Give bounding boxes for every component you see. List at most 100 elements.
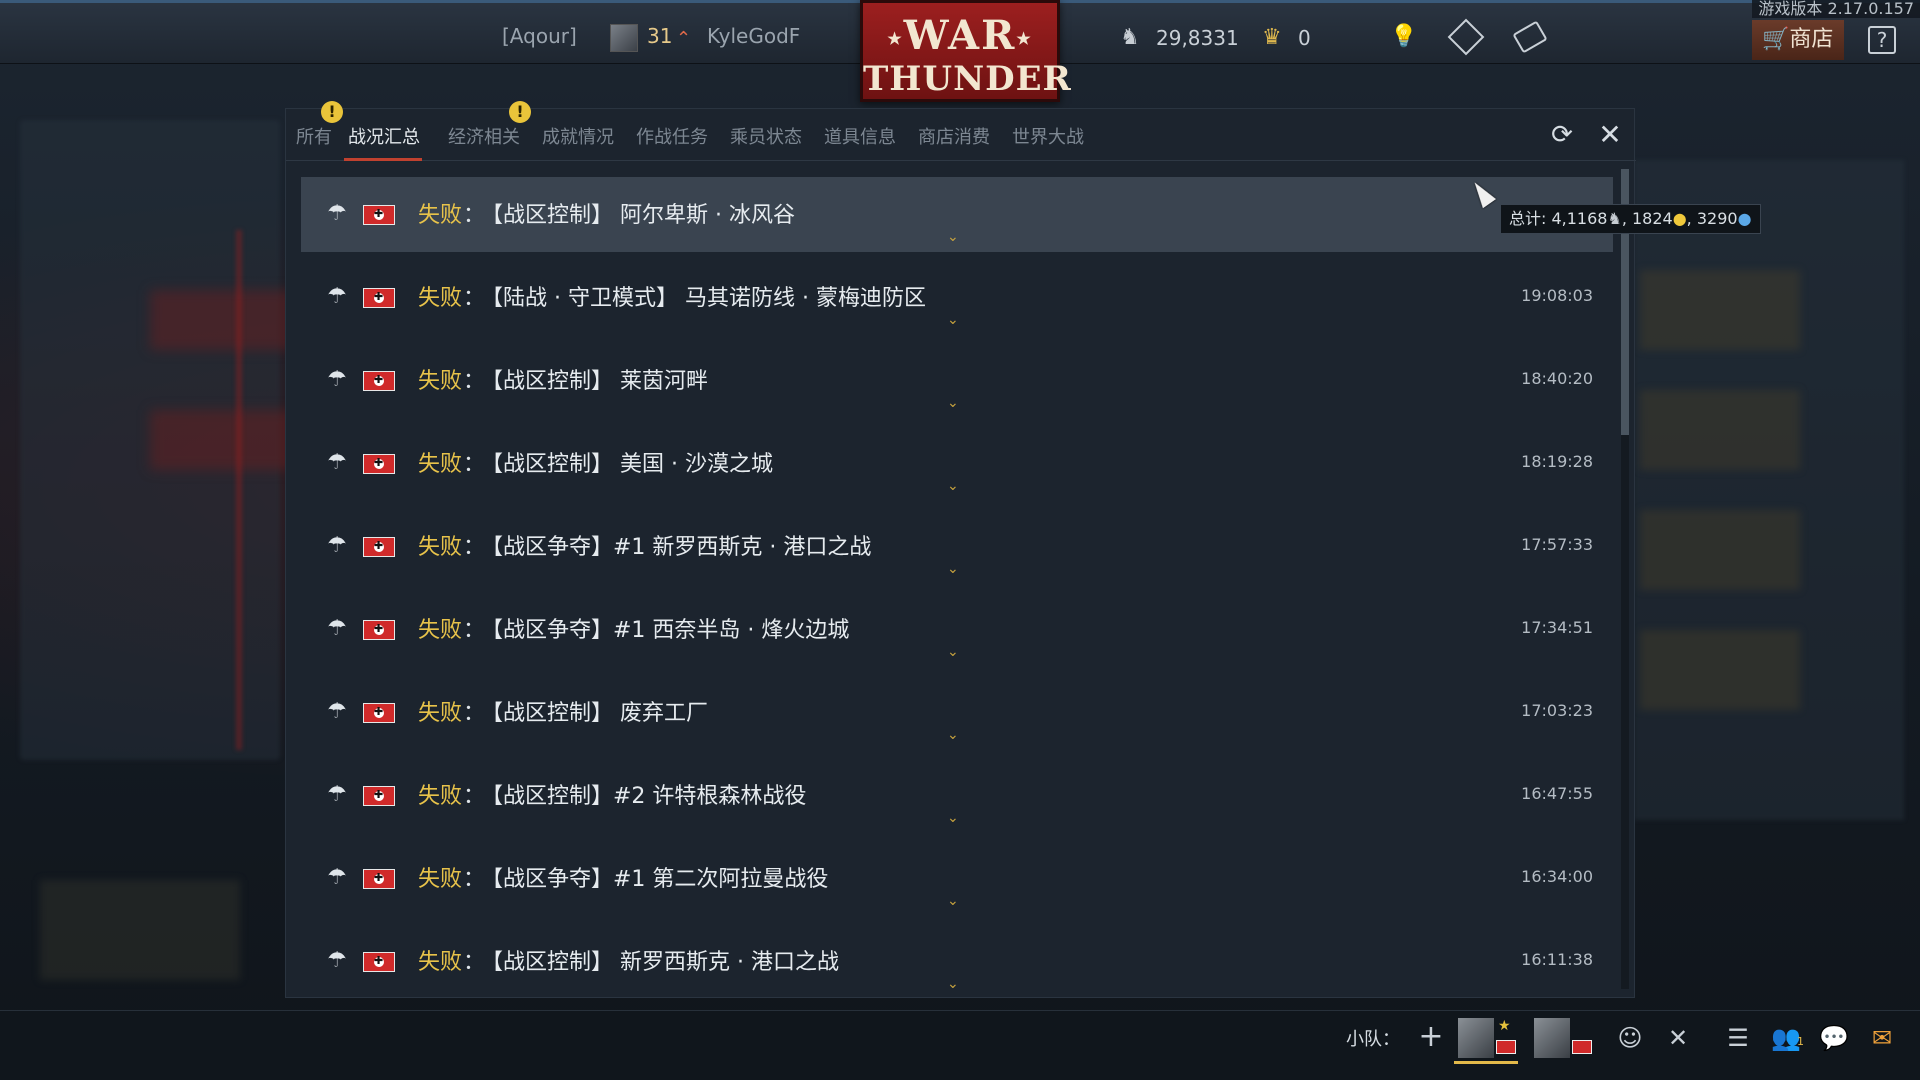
tab-bar: 所有 ! 战况汇总 经济相关 ! 成就情况 作战任务 乘员状态 道具信息 商店消…: [286, 101, 1636, 161]
background-decoration: [150, 290, 300, 350]
germany-flag-icon: [363, 620, 395, 640]
gold-balance: 0: [1298, 26, 1311, 50]
tab-battle-summary[interactable]: 战况汇总: [348, 123, 420, 149]
list-item[interactable]: ☂ 失败 ： 【战区控制】 美国 · 沙漠之城 18:19:28 ⌄: [301, 426, 1613, 501]
paratrooper-icon: ☂: [327, 284, 347, 309]
tab-world-war[interactable]: 世界大战: [1012, 123, 1084, 149]
logo-text: THUNDER: [863, 59, 1072, 99]
chat-icon[interactable]: 💬: [1818, 1022, 1850, 1054]
chevron-down-icon[interactable]: ⌄: [947, 312, 959, 328]
star-icon: ★: [1016, 29, 1033, 48]
list-item[interactable]: ☂ 失败 ： 【战区争夺】#1 西奈半岛 · 烽火边城 17:34:51 ⌄: [301, 592, 1613, 667]
list-item[interactable]: ☂ 失败 ： 【陆战 · 守卫模式】 马其诺防线 · 蒙梅迪防区 19:08:0…: [301, 260, 1613, 335]
list-item[interactable]: ☂ 失败 ： 【战区争夺】#1 第二次阿拉曼战役 16:34:00 ⌄: [301, 841, 1613, 916]
squad-member[interactable]: ★: [1454, 1012, 1518, 1064]
shop-button[interactable]: 🛒商店: [1752, 20, 1844, 60]
avatar[interactable]: [610, 24, 638, 52]
add-squad-member-button[interactable]: +: [1416, 1022, 1446, 1052]
battle-title: 【战区争夺】#1 西奈半岛 · 烽火边城: [481, 618, 850, 643]
tab-missions[interactable]: 作战任务: [636, 123, 708, 149]
battle-time: 19:08:03: [1521, 286, 1593, 305]
result-label: 失败: [418, 701, 463, 726]
tab-achievements[interactable]: 成就情况: [542, 123, 614, 149]
chevron-down-icon[interactable]: ⌄: [947, 810, 959, 826]
germany-flag-icon: [363, 952, 395, 972]
warning-icon: !: [321, 101, 343, 123]
germany-flag-icon: [363, 288, 395, 308]
battle-log-list: ☂ 失败 ： 【战区控制】 阿尔卑斯 · 冰风谷 ⌄ ☂ 失败 ： 【陆战 · …: [301, 177, 1613, 999]
clan-tag[interactable]: [Aqour]: [502, 24, 577, 48]
chevron-down-icon[interactable]: ⌄: [947, 561, 959, 577]
rank-icon: ⌃: [676, 28, 692, 49]
background-card: [1640, 510, 1800, 590]
player-nickname[interactable]: KyleGodF: [707, 24, 800, 48]
battle-title: 【战区控制】 阿尔卑斯 · 冰风谷: [481, 203, 795, 228]
result-label: 失败: [418, 286, 463, 311]
battle-title: 【战区控制】#2 许特根森林战役: [481, 784, 807, 809]
cart-icon: 🛒: [1762, 27, 1790, 52]
list-item[interactable]: ☂ 失败 ： 【战区争夺】#1 新罗西斯克 · 港口之战 17:57:33 ⌄: [301, 509, 1613, 584]
research-bulb-icon[interactable]: 💡: [1390, 24, 1417, 49]
chevron-down-icon[interactable]: ⌄: [947, 644, 959, 660]
silver-balance: 29,8331: [1156, 26, 1239, 50]
help-button[interactable]: ?: [1868, 26, 1896, 54]
tooltip-research: 1824: [1631, 209, 1673, 228]
paratrooper-icon: ☂: [327, 865, 347, 890]
tooltip-free-rp: 3290: [1696, 209, 1738, 228]
tooltip-label: 总计:: [1509, 209, 1552, 228]
logo-text: WAR: [903, 12, 1017, 59]
background-decoration: [236, 230, 242, 750]
voice-chat-icon[interactable]: ☺: [1614, 1022, 1646, 1054]
chevron-down-icon[interactable]: ⌄: [947, 976, 959, 992]
squad-label: 小队：: [1346, 1029, 1400, 1050]
background-right-panel: [1634, 160, 1904, 820]
list-item[interactable]: ☂ 失败 ： 【战区控制】 阿尔卑斯 · 冰风谷 ⌄: [301, 177, 1613, 252]
tab-shop-purchases[interactable]: 商店消费: [918, 123, 990, 149]
paratrooper-icon: ☂: [327, 450, 347, 475]
refresh-button[interactable]: ⟳: [1548, 121, 1576, 149]
list-item[interactable]: ☂ 失败 ： 【战区控制】#2 许特根森林战役 16:47:55 ⌄: [301, 758, 1613, 833]
battle-title: 【战区控制】 莱茵河畔: [481, 369, 708, 394]
result-label: 失败: [418, 867, 463, 892]
tab-all[interactable]: 所有: [296, 123, 332, 149]
chevron-down-icon[interactable]: ⌄: [947, 478, 959, 494]
tab-crew-status[interactable]: 乘员状态: [730, 123, 802, 149]
chevron-down-icon[interactable]: ⌄: [947, 395, 959, 411]
research-bulb-icon: ●: [1672, 209, 1687, 228]
result-label: 失败: [418, 618, 463, 643]
squad-member[interactable]: [1530, 1012, 1594, 1064]
tab-economy[interactable]: 经济相关: [448, 123, 520, 149]
totals-tooltip: 总计: 4,1168♞, 1824●, 3290●: [1500, 204, 1761, 234]
battle-title: 【战区控制】 美国 · 沙漠之城: [481, 452, 773, 477]
result-label: 失败: [418, 535, 463, 560]
background-decoration: [150, 410, 300, 470]
tab-item-info[interactable]: 道具信息: [824, 123, 896, 149]
leave-squad-icon[interactable]: ✕: [1662, 1022, 1694, 1054]
list-item[interactable]: ☂ 失败 ： 【战区控制】 新罗西斯克 · 港口之战 16:11:38 ⌄: [301, 924, 1613, 999]
chevron-down-icon[interactable]: ⌄: [947, 727, 959, 743]
active-tab-indicator: [344, 158, 422, 161]
contacts-icon[interactable]: 👥 1: [1770, 1022, 1804, 1054]
close-button[interactable]: ✕: [1596, 121, 1624, 149]
germany-flag-icon: [363, 786, 395, 806]
paratrooper-icon: ☂: [327, 533, 347, 558]
list-item[interactable]: ☂ 失败 ： 【战区控制】 莱茵河畔 18:40:20 ⌄: [301, 343, 1613, 418]
avatar: [1458, 1018, 1494, 1058]
chevron-down-icon[interactable]: ⌄: [947, 893, 959, 909]
mail-icon[interactable]: ✉: [1866, 1022, 1898, 1054]
shop-label: 商店: [1789, 27, 1834, 52]
battle-time: 17:34:51: [1521, 618, 1593, 637]
scrollbar[interactable]: [1621, 169, 1629, 989]
germany-flag-icon: [363, 371, 395, 391]
list-icon[interactable]: ☰: [1722, 1022, 1754, 1054]
warning-icon: !: [509, 101, 531, 123]
battle-time: 16:47:55: [1521, 784, 1593, 803]
list-item[interactable]: ☂ 失败 ： 【战区控制】 废弃工厂 17:03:23 ⌄: [301, 675, 1613, 750]
chevron-down-icon[interactable]: ⌄: [947, 229, 959, 245]
war-thunder-logo[interactable]: ★WAR★ THUNDER: [860, 0, 1072, 102]
paratrooper-icon: ☂: [327, 367, 347, 392]
germany-flag-icon: [1572, 1040, 1592, 1054]
germany-flag-icon: [363, 869, 395, 889]
game-version: 游戏版本 2.17.0.157: [1752, 0, 1920, 18]
free-rp-icon: ●: [1737, 209, 1752, 228]
